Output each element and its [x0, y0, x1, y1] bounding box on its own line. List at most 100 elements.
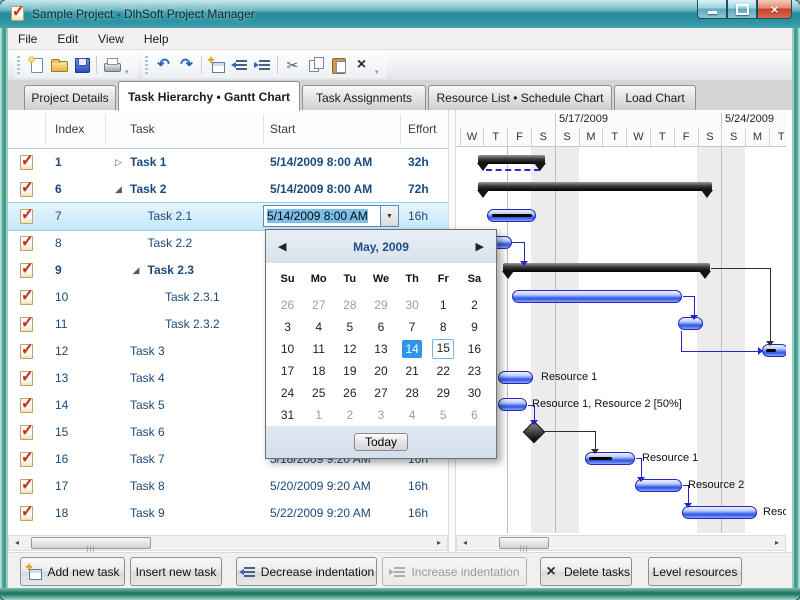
column-header-index[interactable]: Index	[55, 122, 84, 136]
insert-new-task-button[interactable]: Insert new task	[130, 557, 222, 586]
calendar-day[interactable]: 29	[428, 382, 459, 404]
menu-file[interactable]: File	[8, 29, 47, 49]
calendar-day[interactable]: 28	[397, 382, 428, 404]
grid-scrollbar-thumb[interactable]: |||	[31, 537, 151, 553]
toolbar-grip-icon[interactable]	[145, 56, 148, 74]
task-checkbox-icon[interactable]	[19, 205, 35, 224]
delete-tasks-button[interactable]: × Delete tasks	[540, 557, 632, 586]
calendar-day[interactable]: 5	[334, 316, 365, 338]
calendar-day[interactable]: 13	[365, 338, 396, 360]
task-row-17[interactable]: 17 Task 8 5/20/2009 9:20 AM 16h	[8, 473, 448, 500]
summary-bar[interactable]	[502, 263, 711, 279]
increase-indent-button[interactable]	[251, 54, 274, 77]
today-button[interactable]: Today	[353, 433, 409, 451]
tab-resource-list-schedule-chart[interactable]: Resource List • Schedule Chart	[428, 85, 612, 110]
print-button[interactable]	[100, 54, 123, 77]
task-checkbox-icon[interactable]	[19, 151, 35, 170]
task-checkbox-icon[interactable]	[19, 178, 35, 197]
copy-button[interactable]	[304, 54, 327, 77]
task-bar[interactable]	[498, 398, 527, 411]
scroll-left-icon[interactable]: ◂	[9, 536, 25, 550]
calendar-day[interactable]: 6	[365, 316, 396, 338]
calendar-day[interactable]: 27	[303, 294, 334, 316]
toolbar-grip-icon[interactable]	[17, 56, 20, 74]
task-checkbox-icon[interactable]	[19, 502, 35, 521]
paste-button[interactable]	[327, 54, 350, 77]
calendar-day[interactable]: 30	[459, 382, 490, 404]
calendar-day[interactable]: 23	[459, 360, 490, 382]
summary-bar[interactable]	[477, 155, 546, 171]
add-task-button[interactable]	[205, 53, 228, 77]
decrease-indent-button[interactable]	[228, 54, 251, 77]
level-resources-button[interactable]: Level resources	[648, 557, 742, 586]
expander-expanded-icon[interactable]: ◢	[133, 264, 140, 276]
calendar-day[interactable]: 2	[459, 294, 490, 316]
calendar-day[interactable]: 12	[334, 338, 365, 360]
calendar-day[interactable]: 22	[428, 360, 459, 382]
calendar-day[interactable]: 17	[272, 360, 303, 382]
open-folder-button[interactable]	[47, 54, 70, 77]
add-new-task-button[interactable]: Add new task	[20, 557, 125, 586]
task-bar[interactable]	[512, 290, 682, 303]
calendar-day[interactable]: 21	[397, 360, 428, 382]
calendar-day[interactable]: 6	[459, 404, 490, 426]
calendar-day[interactable]: 25	[303, 382, 334, 404]
task-checkbox-icon[interactable]	[19, 448, 35, 467]
column-header-effort[interactable]: Effort	[408, 122, 436, 136]
calendar-day[interactable]: 1	[428, 294, 459, 316]
calendar-day-selected[interactable]: 14	[397, 338, 428, 360]
task-checkbox-icon[interactable]	[19, 286, 35, 305]
calendar-day[interactable]: 18	[303, 360, 334, 382]
expander-expanded-icon[interactable]: ◢	[115, 183, 122, 195]
calendar-day[interactable]: 20	[365, 360, 396, 382]
calendar-day[interactable]: 11	[303, 338, 334, 360]
date-dropdown-button[interactable]: ▼	[380, 205, 399, 227]
calendar-day[interactable]: 31	[272, 404, 303, 426]
task-checkbox-icon[interactable]	[19, 475, 35, 494]
menu-view[interactable]: View	[88, 29, 134, 49]
column-header-task[interactable]: Task	[130, 122, 155, 136]
calendar-day[interactable]: 7	[397, 316, 428, 338]
calendar-day[interactable]: 5	[428, 404, 459, 426]
calendar-day[interactable]: 1	[303, 404, 334, 426]
delete-button[interactable]: ×	[350, 54, 373, 77]
start-date-input[interactable]: 5/14/2009 8:00 AM	[263, 205, 380, 227]
calendar-day[interactable]: 2	[334, 404, 365, 426]
calendar-day[interactable]: 26	[272, 294, 303, 316]
calendar-prev-icon[interactable]: ◀	[278, 240, 286, 253]
task-checkbox-icon[interactable]	[19, 232, 35, 251]
task-checkbox-icon[interactable]	[19, 421, 35, 440]
calendar-day[interactable]: 4	[397, 404, 428, 426]
redo-button[interactable]: ↷	[175, 54, 198, 77]
summary-bar[interactable]	[477, 182, 713, 198]
task-row-7[interactable]: 7 Task 2.1 5/14/2009 8:00 AM ▼ 16h	[7, 202, 449, 231]
calendar-day[interactable]: 3	[365, 404, 396, 426]
calendar-day[interactable]: 8	[428, 316, 459, 338]
expander-collapsed-icon[interactable]: ▷	[115, 156, 122, 168]
calendar-day[interactable]: 16	[459, 338, 490, 360]
calendar-day[interactable]: 4	[303, 316, 334, 338]
calendar-day[interactable]: 24	[272, 382, 303, 404]
toolbar-overflow-icon[interactable]: ▾	[125, 68, 129, 76]
scroll-left-icon[interactable]: ◂	[457, 536, 473, 550]
task-bar[interactable]	[682, 506, 757, 519]
task-row-1[interactable]: 1 ▷ Task 1 5/14/2009 8:00 AM 32h	[8, 149, 448, 176]
calendar-day[interactable]: 9	[459, 316, 490, 338]
calendar-day[interactable]: 30	[397, 294, 428, 316]
tab-load-chart[interactable]: Load Chart	[614, 85, 696, 110]
minimize-button[interactable]	[697, 0, 727, 19]
scroll-right-icon[interactable]: ▸	[769, 536, 785, 550]
calendar-day[interactable]: 19	[334, 360, 365, 382]
calendar-next-icon[interactable]: ▶	[476, 240, 484, 253]
decrease-indentation-button[interactable]: Decrease indentation	[236, 557, 377, 586]
task-checkbox-icon[interactable]	[19, 367, 35, 386]
undo-button[interactable]: ↶	[152, 54, 175, 77]
task-checkbox-icon[interactable]	[19, 394, 35, 413]
cut-button[interactable]: ✂	[281, 54, 304, 77]
calendar-day[interactable]: 10	[272, 338, 303, 360]
task-bar[interactable]	[498, 371, 533, 384]
calendar-day[interactable]: 15	[428, 338, 459, 360]
column-header-start[interactable]: Start	[270, 122, 295, 136]
tab-project-details[interactable]: Project Details	[24, 85, 116, 110]
toolbar-overflow-icon[interactable]: ▾	[375, 68, 379, 76]
